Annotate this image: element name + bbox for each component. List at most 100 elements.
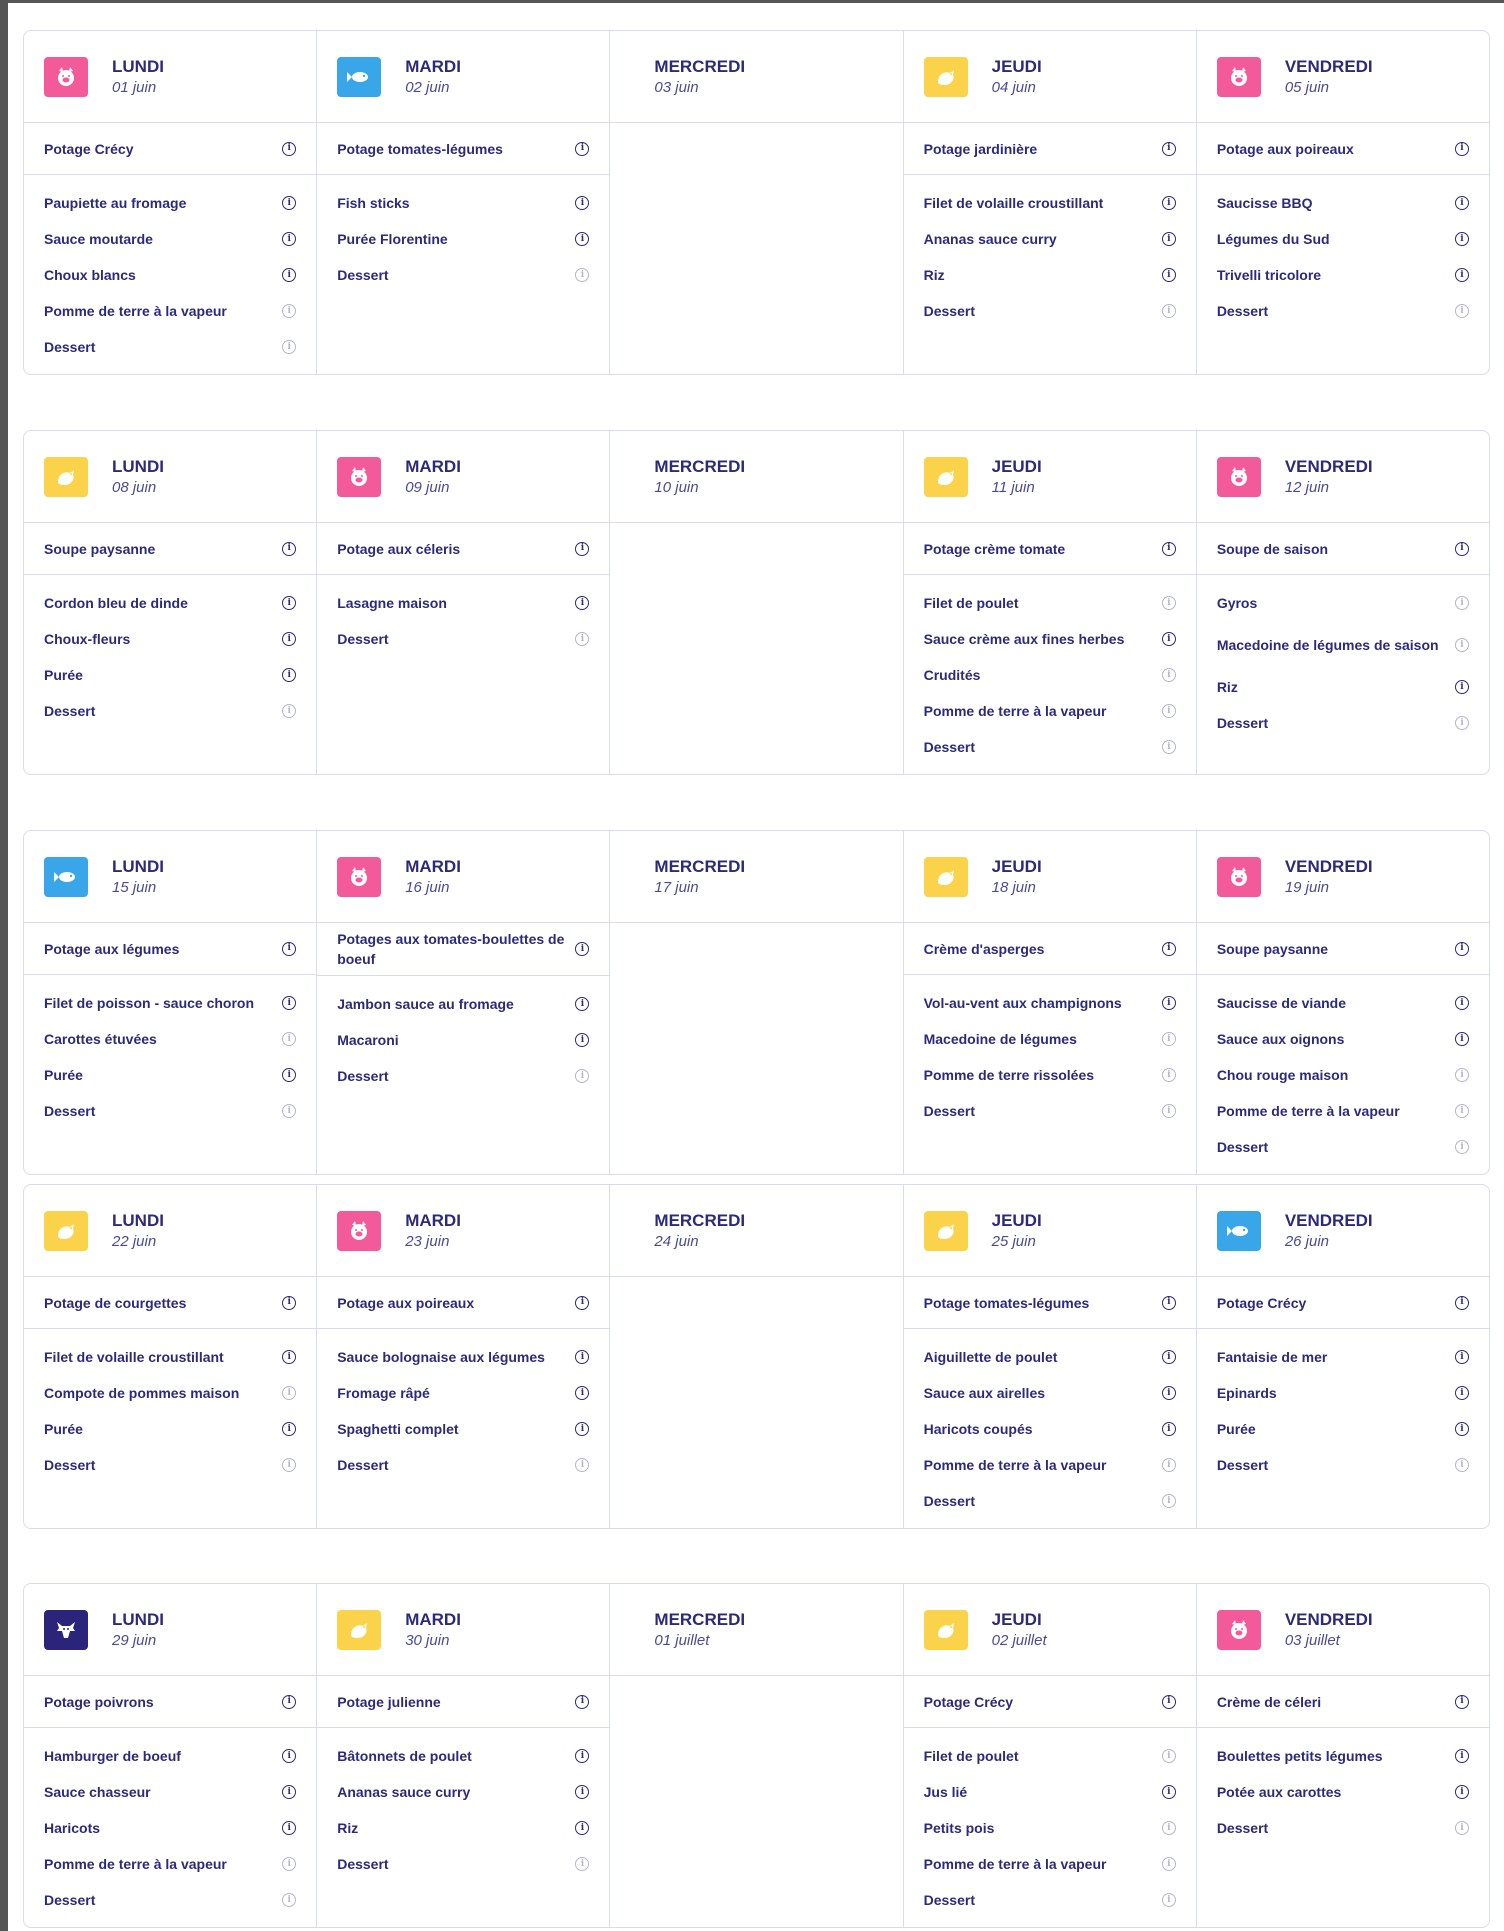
dish-item[interactable]: Vol-au-vent aux champignons i	[924, 985, 1176, 1021]
dish-item[interactable]: Ananas sauce curry i	[924, 221, 1176, 257]
dish-item[interactable]: Purée i	[1217, 1411, 1470, 1447]
soup-row[interactable]: Potage aux légumes i	[24, 923, 317, 975]
info-icon[interactable]: i	[1455, 596, 1470, 610]
info-icon[interactable]: i	[1161, 196, 1176, 210]
info-icon[interactable]: i	[1455, 1749, 1470, 1763]
info-icon[interactable]: i	[1455, 141, 1470, 156]
dish-item[interactable]: Bâtonnets de poulet i	[337, 1738, 590, 1774]
info-icon[interactable]: i	[282, 1458, 297, 1472]
info-icon[interactable]: i	[1161, 704, 1176, 718]
dish-item[interactable]: Compote de pommes maison i	[44, 1375, 297, 1411]
info-icon[interactable]: i	[282, 1350, 297, 1364]
dish-item[interactable]: Dessert i	[44, 329, 297, 365]
dish-item[interactable]: Macaroni i	[337, 1022, 590, 1058]
dish-item[interactable]: Dessert i	[924, 1483, 1176, 1519]
info-icon[interactable]: i	[1455, 638, 1470, 652]
info-icon[interactable]: i	[575, 1069, 590, 1083]
dish-item[interactable]: Ananas sauce curry i	[337, 1774, 590, 1810]
dish-item[interactable]: Dessert i	[44, 1093, 297, 1129]
info-icon[interactable]: i	[1161, 1386, 1176, 1400]
info-icon[interactable]: i	[1455, 1422, 1470, 1436]
info-icon[interactable]: i	[282, 632, 297, 646]
dish-item[interactable]: Carottes étuvées i	[44, 1021, 297, 1057]
info-icon[interactable]: i	[575, 1857, 590, 1871]
dish-item[interactable]: Dessert i	[44, 693, 297, 729]
info-icon[interactable]: i	[1455, 1295, 1470, 1310]
info-icon[interactable]: i	[1161, 1857, 1176, 1871]
dish-item[interactable]: Filet de poisson - sauce choron i	[44, 985, 297, 1021]
info-icon[interactable]: i	[282, 1893, 297, 1907]
dish-item[interactable]: Sauce aux airelles i	[924, 1375, 1176, 1411]
dish-item[interactable]: Lasagne maison i	[337, 585, 590, 621]
dish-item[interactable]: Dessert i	[924, 1882, 1176, 1918]
info-icon[interactable]: i	[1161, 1104, 1176, 1118]
dish-item[interactable]: Dessert i	[924, 1093, 1176, 1129]
info-icon[interactable]: i	[282, 1032, 297, 1046]
soup-row[interactable]: Potage aux poireaux i	[317, 1277, 610, 1329]
info-icon[interactable]: i	[1161, 1350, 1176, 1364]
dish-item[interactable]: Sauce chasseur i	[44, 1774, 297, 1810]
info-icon[interactable]: i	[1161, 1821, 1176, 1835]
soup-row[interactable]: Potage poivrons i	[24, 1676, 317, 1728]
info-icon[interactable]: i	[1455, 1386, 1470, 1400]
info-icon[interactable]: i	[282, 1422, 297, 1436]
dish-item[interactable]: Dessert i	[1217, 1810, 1470, 1846]
dish-item[interactable]: Dessert i	[337, 621, 590, 657]
dish-item[interactable]: Filet de volaille croustillant i	[44, 1339, 297, 1375]
dish-item[interactable]: Dessert i	[924, 293, 1176, 329]
dish-item[interactable]: Riz i	[1217, 669, 1470, 705]
info-icon[interactable]: i	[1161, 668, 1176, 682]
dish-item[interactable]: Boulettes petits légumes i	[1217, 1738, 1470, 1774]
info-icon[interactable]: i	[575, 997, 590, 1011]
dish-item[interactable]: Dessert i	[1217, 1129, 1470, 1165]
info-icon[interactable]: i	[1455, 268, 1470, 282]
info-icon[interactable]: i	[1161, 232, 1176, 246]
dish-item[interactable]: Potée aux carottes i	[1217, 1774, 1470, 1810]
dish-item[interactable]: Macedoine de légumes de saison i	[1217, 621, 1470, 669]
info-icon[interactable]: i	[575, 1386, 590, 1400]
info-icon[interactable]: i	[282, 541, 297, 556]
dish-item[interactable]: Sauce moutarde i	[44, 221, 297, 257]
dish-item[interactable]: Chou rouge maison i	[1217, 1057, 1470, 1093]
info-icon[interactable]: i	[1455, 680, 1470, 694]
dish-item[interactable]: Saucisse de viande i	[1217, 985, 1470, 1021]
info-icon[interactable]: i	[282, 1068, 297, 1082]
dish-item[interactable]: Filet de volaille croustillant i	[924, 185, 1176, 221]
info-icon[interactable]: i	[1161, 1295, 1176, 1310]
dish-item[interactable]: Choux blancs i	[44, 257, 297, 293]
dish-item[interactable]: Sauce aux oignons i	[1217, 1021, 1470, 1057]
info-icon[interactable]: i	[575, 596, 590, 610]
info-icon[interactable]: i	[575, 1785, 590, 1799]
info-icon[interactable]: i	[282, 1694, 297, 1709]
dish-item[interactable]: Purée i	[44, 1411, 297, 1447]
info-icon[interactable]: i	[1455, 1104, 1470, 1118]
info-icon[interactable]: i	[1161, 632, 1176, 646]
info-icon[interactable]: i	[1161, 1458, 1176, 1472]
info-icon[interactable]: i	[1161, 740, 1176, 754]
dish-item[interactable]: Saucisse BBQ i	[1217, 185, 1470, 221]
dish-item[interactable]: Pomme de terre à la vapeur i	[44, 1846, 297, 1882]
info-icon[interactable]: i	[1455, 1694, 1470, 1709]
info-icon[interactable]: i	[1455, 232, 1470, 246]
info-icon[interactable]: i	[1161, 304, 1176, 318]
soup-row[interactable]: Potage Crécy i	[1196, 1277, 1489, 1329]
info-icon[interactable]: i	[282, 941, 297, 956]
dish-item[interactable]: Haricots coupés i	[924, 1411, 1176, 1447]
dish-item[interactable]: Dessert i	[44, 1447, 297, 1483]
info-icon[interactable]: i	[1161, 996, 1176, 1010]
info-icon[interactable]: i	[1161, 1422, 1176, 1436]
info-icon[interactable]: i	[282, 996, 297, 1010]
soup-row[interactable]: Crème d'asperges i	[903, 923, 1196, 975]
dish-item[interactable]: Sauce crème aux fines herbes i	[924, 621, 1176, 657]
dish-item[interactable]: Fantaisie de mer i	[1217, 1339, 1470, 1375]
dish-item[interactable]: Fromage râpé i	[337, 1375, 590, 1411]
soup-row[interactable]: Potage julienne i	[317, 1676, 610, 1728]
info-icon[interactable]: i	[575, 942, 590, 956]
info-icon[interactable]: i	[1161, 1494, 1176, 1508]
dish-item[interactable]: Dessert i	[1217, 1447, 1470, 1483]
info-icon[interactable]: i	[575, 1422, 590, 1436]
info-icon[interactable]: i	[282, 1104, 297, 1118]
info-icon[interactable]: i	[1455, 1785, 1470, 1799]
dish-item[interactable]: Fish sticks i	[337, 185, 590, 221]
info-icon[interactable]: i	[1161, 941, 1176, 956]
